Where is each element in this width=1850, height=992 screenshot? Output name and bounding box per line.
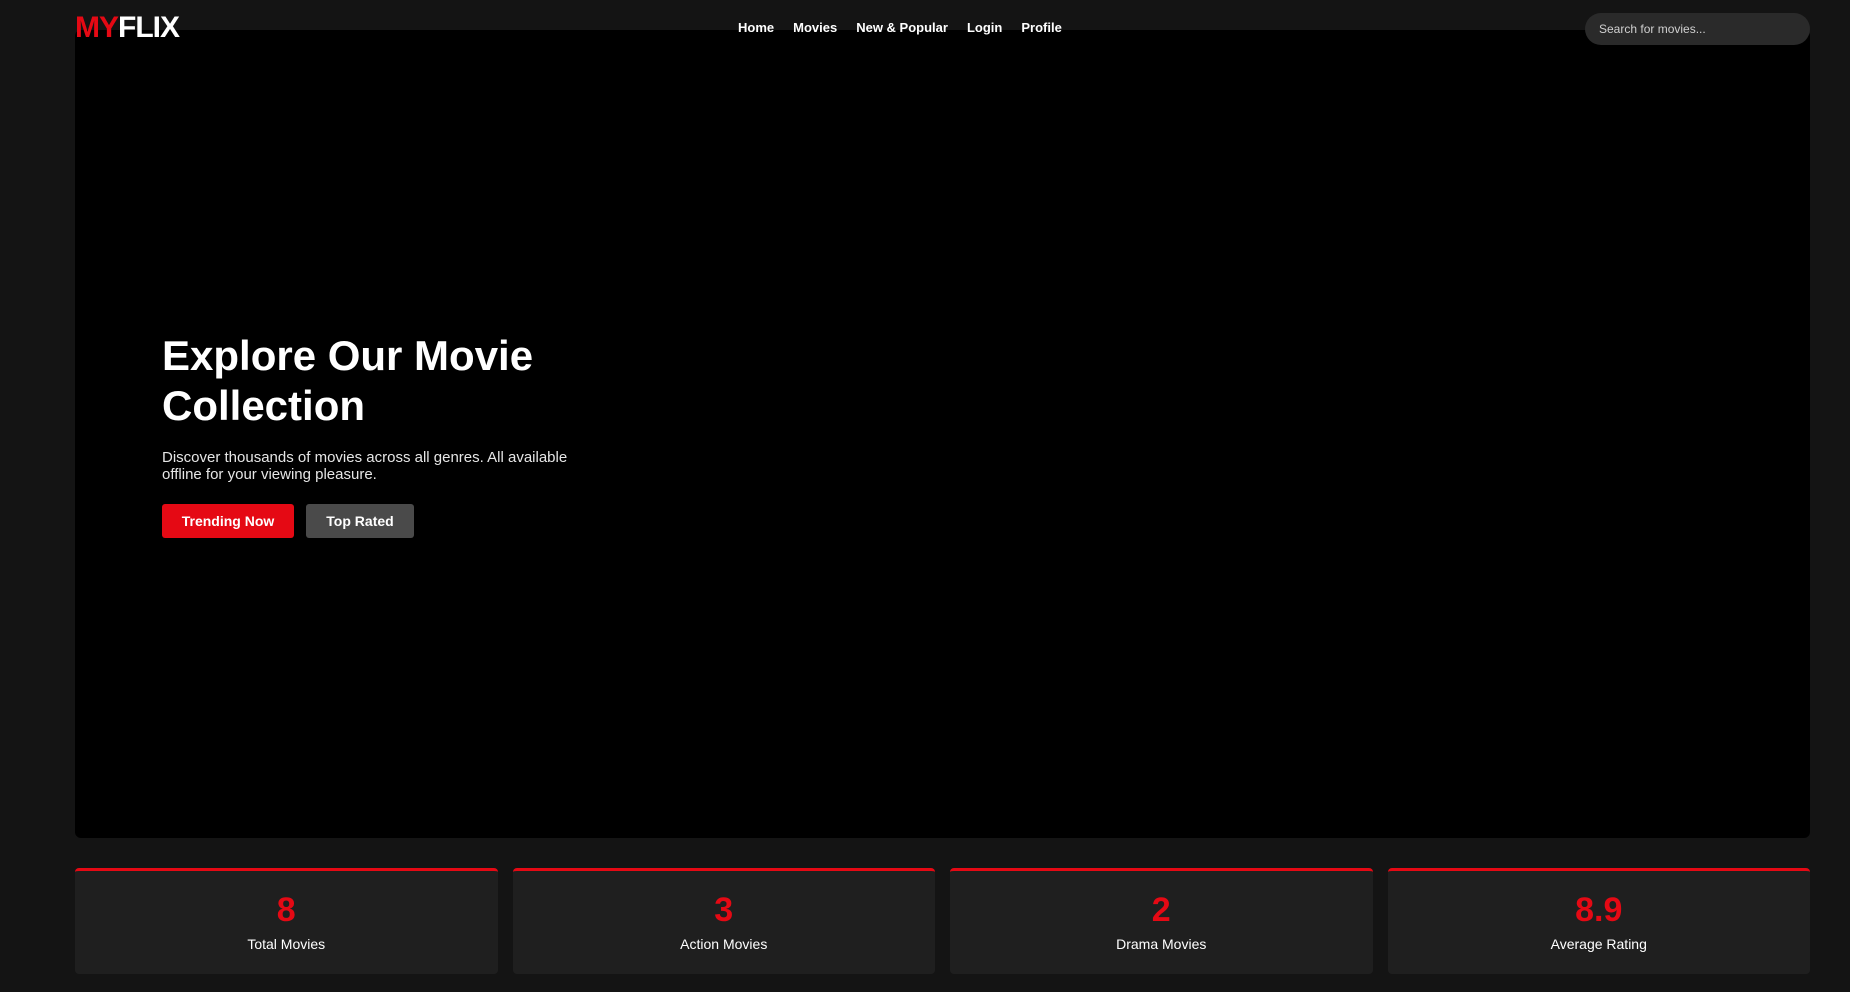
nav-profile[interactable]: Profile bbox=[1021, 19, 1061, 37]
nav-login[interactable]: Login bbox=[967, 19, 1002, 37]
header: MYFLIX Home Movies New & Popular Login P… bbox=[0, 0, 1850, 58]
hero-banner: Explore Our Movie Collection Discover th… bbox=[75, 30, 1810, 838]
stat-card-action-movies: 3 Action Movies bbox=[512, 868, 935, 974]
hero-description: Discover thousands of movies across all … bbox=[162, 449, 568, 483]
stat-label: Drama Movies bbox=[1116, 936, 1207, 952]
logo-suffix: FLIX bbox=[118, 11, 180, 44]
stat-card-total-movies: 8 Total Movies bbox=[75, 868, 498, 974]
stat-label: Average Rating bbox=[1550, 936, 1647, 952]
nav-new-popular[interactable]: New & Popular bbox=[856, 19, 948, 37]
hero-title: Explore Our Movie Collection bbox=[162, 332, 534, 429]
stat-label: Action Movies bbox=[680, 936, 768, 952]
stat-label: Total Movies bbox=[247, 936, 326, 952]
stat-value: 3 bbox=[714, 891, 734, 929]
main-nav: Home Movies New & Popular Login Profile bbox=[738, 19, 1062, 37]
stat-card-average-rating: 8.9 Average Rating bbox=[1387, 868, 1810, 974]
logo-prefix: MY bbox=[75, 11, 119, 44]
stat-value: 2 bbox=[1151, 891, 1171, 929]
stat-value: 8.9 bbox=[1575, 891, 1623, 929]
top-rated-button[interactable]: Top Rated bbox=[306, 504, 414, 538]
hero-content: Explore Our Movie Collection Discover th… bbox=[162, 331, 622, 538]
stats-row: 8 Total Movies 3 Action Movies 2 Drama M… bbox=[75, 868, 1810, 974]
page: Explore Our Movie Collection Discover th… bbox=[0, 0, 1850, 992]
logo[interactable]: MYFLIX bbox=[75, 11, 180, 45]
search-input[interactable] bbox=[1585, 13, 1810, 45]
hero-buttons: Trending Now Top Rated bbox=[162, 504, 622, 538]
trending-now-button[interactable]: Trending Now bbox=[162, 504, 294, 538]
stat-value: 8 bbox=[276, 891, 296, 929]
stat-card-drama-movies: 2 Drama Movies bbox=[950, 868, 1373, 974]
nav-home[interactable]: Home bbox=[738, 19, 774, 37]
nav-movies[interactable]: Movies bbox=[793, 19, 837, 37]
